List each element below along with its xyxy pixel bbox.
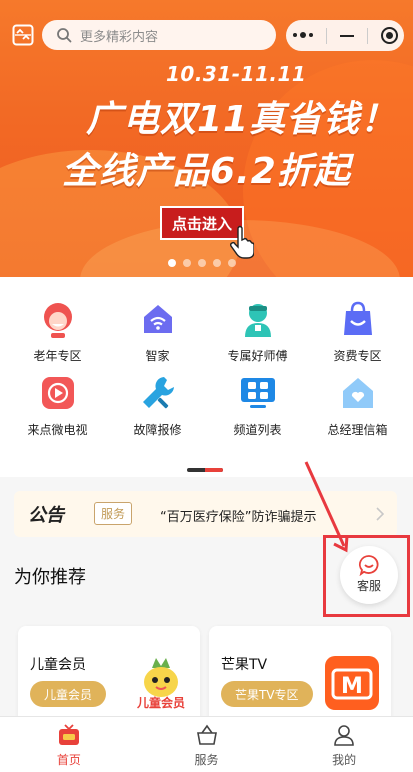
service-grid: 老年专区 智家 专属好师傅 资费专区 来点微电视 故障报修 频道列表 总经理信箱 [0,277,413,477]
repair-wrench-icon [142,377,174,409]
notice-text[interactable]: “百万医疗保险”防诈骗提示 [160,506,316,525]
tab-home[interactable]: 首页 [0,717,138,772]
tab-service[interactable]: 服务 [138,717,276,772]
tab-label: 服务 [194,753,219,767]
top-bar: 更多精彩内容 [0,0,413,70]
chat-smile-icon [358,555,379,576]
mango-tv-logo-icon: M [325,656,379,710]
carousel-dot[interactable] [168,259,176,267]
recommend-card-kids[interactable]: 儿童会员 儿童会员 儿童会员 [18,626,200,726]
service-item-elder[interactable]: 老年专区 [6,299,109,364]
service-label: 老年专区 [33,349,82,363]
svg-text:M: M [341,674,363,699]
service-label: 专属好师傅 [227,349,288,363]
promo-subheadline: 全线产品6.2折起 [62,151,351,192]
chevron-right-icon [376,507,385,521]
tv-home-icon [58,724,79,745]
notice-tag: 服务 [94,502,133,525]
service-item-repair[interactable]: 故障报修 [106,373,209,438]
close-miniprogram-icon[interactable] [380,27,398,44]
svg-text:儿童会员: 儿童会员 [136,695,185,710]
tab-mine[interactable]: 我的 [275,717,413,772]
service-label: 频道列表 [233,423,282,437]
tariff-bag-icon [343,301,372,335]
service-label: 智家 [145,349,170,363]
promo-banner[interactable]: 10.31-11.11 广电双11真省钱！ 全线产品6.2折起 点击进入 更多精… [0,0,413,277]
service-item-channel-list[interactable]: 频道列表 [206,373,309,438]
search-bar[interactable]: 更多精彩内容 [42,20,276,50]
service-item-smart-home[interactable]: 智家 [106,299,209,364]
minimize-icon[interactable] [339,34,354,37]
channel-list-icon [240,378,275,408]
recommend-title: 为你推荐 [14,567,86,588]
bottom-tab-bar: 首页 服务 我的 [0,716,413,772]
search-icon [57,28,72,43]
service-item-technician[interactable]: 专属好师傅 [206,299,309,364]
service-item-manager-mailbox[interactable]: 总经理信箱 [306,373,409,438]
tab-label: 首页 [56,753,81,767]
carousel-dot[interactable] [183,259,191,267]
elder-icon [43,303,72,338]
notice-title: 公告 [28,505,64,526]
customer-service-label: 客服 [356,579,381,593]
service-basket-icon [196,724,217,745]
more-icon[interactable] [292,32,313,38]
kids-mascot-icon: 儿童会员 [136,658,185,710]
service-label: 资费专区 [333,349,382,363]
carousel-indicator [168,259,236,267]
carousel-dot[interactable] [198,259,206,267]
recommend-card-mango-tv[interactable]: 芒果TV 芒果TV专区 M [209,626,391,726]
tab-label: 我的 [332,753,357,767]
search-placeholder: 更多精彩内容 [80,29,159,45]
smart-home-icon [143,305,172,333]
grid-page-indicator [187,468,223,472]
miniprogram-capsule [286,20,404,51]
customer-service-button[interactable]: 客服 [340,546,398,604]
service-item-tariff[interactable]: 资费专区 [306,299,409,364]
card-button[interactable]: 儿童会员 [30,681,107,707]
technician-icon [244,304,271,337]
promo-headline: 广电双11真省钱！ [86,99,398,140]
service-item-micro-tv[interactable]: 来点微电视 [6,373,109,438]
micro-tv-icon [41,377,74,409]
service-label: 来点微电视 [27,423,88,437]
card-button[interactable]: 芒果TV专区 [221,681,313,707]
service-label: 故障报修 [133,423,182,437]
service-label: 总经理信箱 [327,423,388,437]
carousel-dot[interactable] [228,259,236,267]
scan-icon[interactable] [12,24,34,46]
manager-mailbox-icon [342,378,373,408]
card-title: 芒果TV [221,657,268,673]
pointer-hand-icon [230,225,254,259]
carousel-dot[interactable] [213,259,221,267]
recommend-cards: 儿童会员 儿童会员 儿童会员 芒果TV 芒果TV专区 M [0,612,413,726]
card-title: 儿童会员 [30,657,86,673]
person-icon [334,725,354,746]
